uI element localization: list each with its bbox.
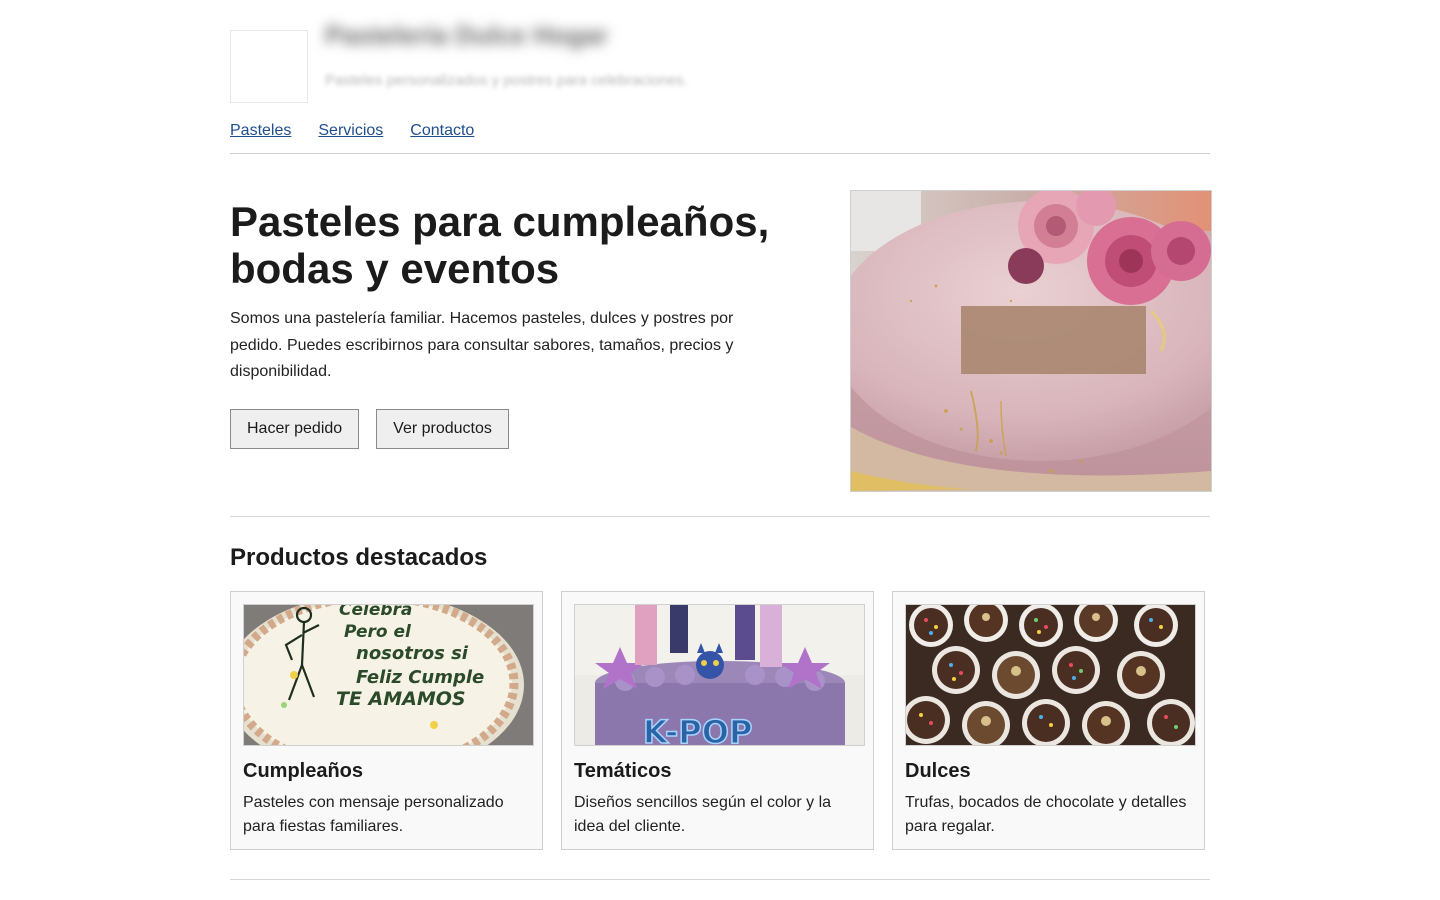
cake-kpop-text: K-POP [643,713,752,745]
nav-link-servicios[interactable]: Servicios [318,122,383,140]
themed-cake-image: K-POP [574,604,865,746]
brand-tagline: Pasteles personalizados y postres para c… [325,72,688,89]
cake-with-roses-illustration [851,191,1211,491]
product-description-dulces: Trufas, bocados de chocolate y detalles … [905,794,1187,835]
product-cards: Celebra Pero el nosotros si Feliz Cumple… [230,591,1205,850]
product-card-cumpleanos[interactable]: Celebra Pero el nosotros si Feliz Cumple… [230,591,543,850]
hero-section: Pasteles para cumpleaños, bodas y evento… [230,154,1212,517]
hero-description: Somos una pastelería familiar. Hacemos p… [230,310,734,380]
hero-title: Pasteles para cumpleaños, bodas y evento… [230,198,770,292]
featured-products-section: Productos destacados Celebra Pero el nos… [230,517,1210,880]
nav-link-contacto[interactable]: Contacto [410,122,474,140]
logo[interactable] [230,30,308,103]
product-description-tematicos: Diseños sencillos según el color y la id… [574,794,832,835]
kpop-cake-illustration: K-POP [575,605,864,745]
hero-actions: Hacer pedido Ver productos [230,409,509,449]
view-products-button[interactable]: Ver productos [376,409,509,449]
product-title-dulces: Dulces [905,760,971,782]
cake-text-line-3: nosotros si [356,643,469,664]
cake-text-line-1: Celebra [339,605,412,620]
cake-text-line-5: TE AMAMOS [336,688,466,710]
nav-link-pasteles[interactable]: Pasteles [230,122,291,140]
main-nav: Pasteles Servicios Contacto [230,122,474,140]
hero-cake-image [850,190,1212,492]
page: Pastelería Dulce Hogar Pasteles personal… [230,0,1212,880]
brand-name: Pastelería Dulce Hogar [325,20,609,50]
product-card-dulces[interactable]: Dulces Trufas, bocados de chocolate y de… [892,591,1205,850]
birthday-cake-image: Celebra Pero el nosotros si Feliz Cumple… [243,604,534,746]
site-header: Pastelería Dulce Hogar Pasteles personal… [230,0,1210,154]
sweets-image [905,604,1196,746]
featured-products-title: Productos destacados [230,544,488,571]
cake-text-line-2: Pero el [344,622,412,642]
truffles-illustration [906,605,1195,745]
product-title-tematicos: Temáticos [574,760,672,782]
cake-text-line-4: Feliz Cumple [356,667,484,688]
product-description-cumpleanos: Pasteles con mensaje personalizado para … [243,794,504,835]
order-button[interactable]: Hacer pedido [230,409,360,449]
product-title-cumpleanos: Cumpleaños [243,760,364,782]
birthday-cake-illustration: Celebra Pero el nosotros si Feliz Cumple… [244,605,533,745]
product-card-tematicos[interactable]: K-POP Temáticos Diseños sencillos según … [561,591,874,850]
